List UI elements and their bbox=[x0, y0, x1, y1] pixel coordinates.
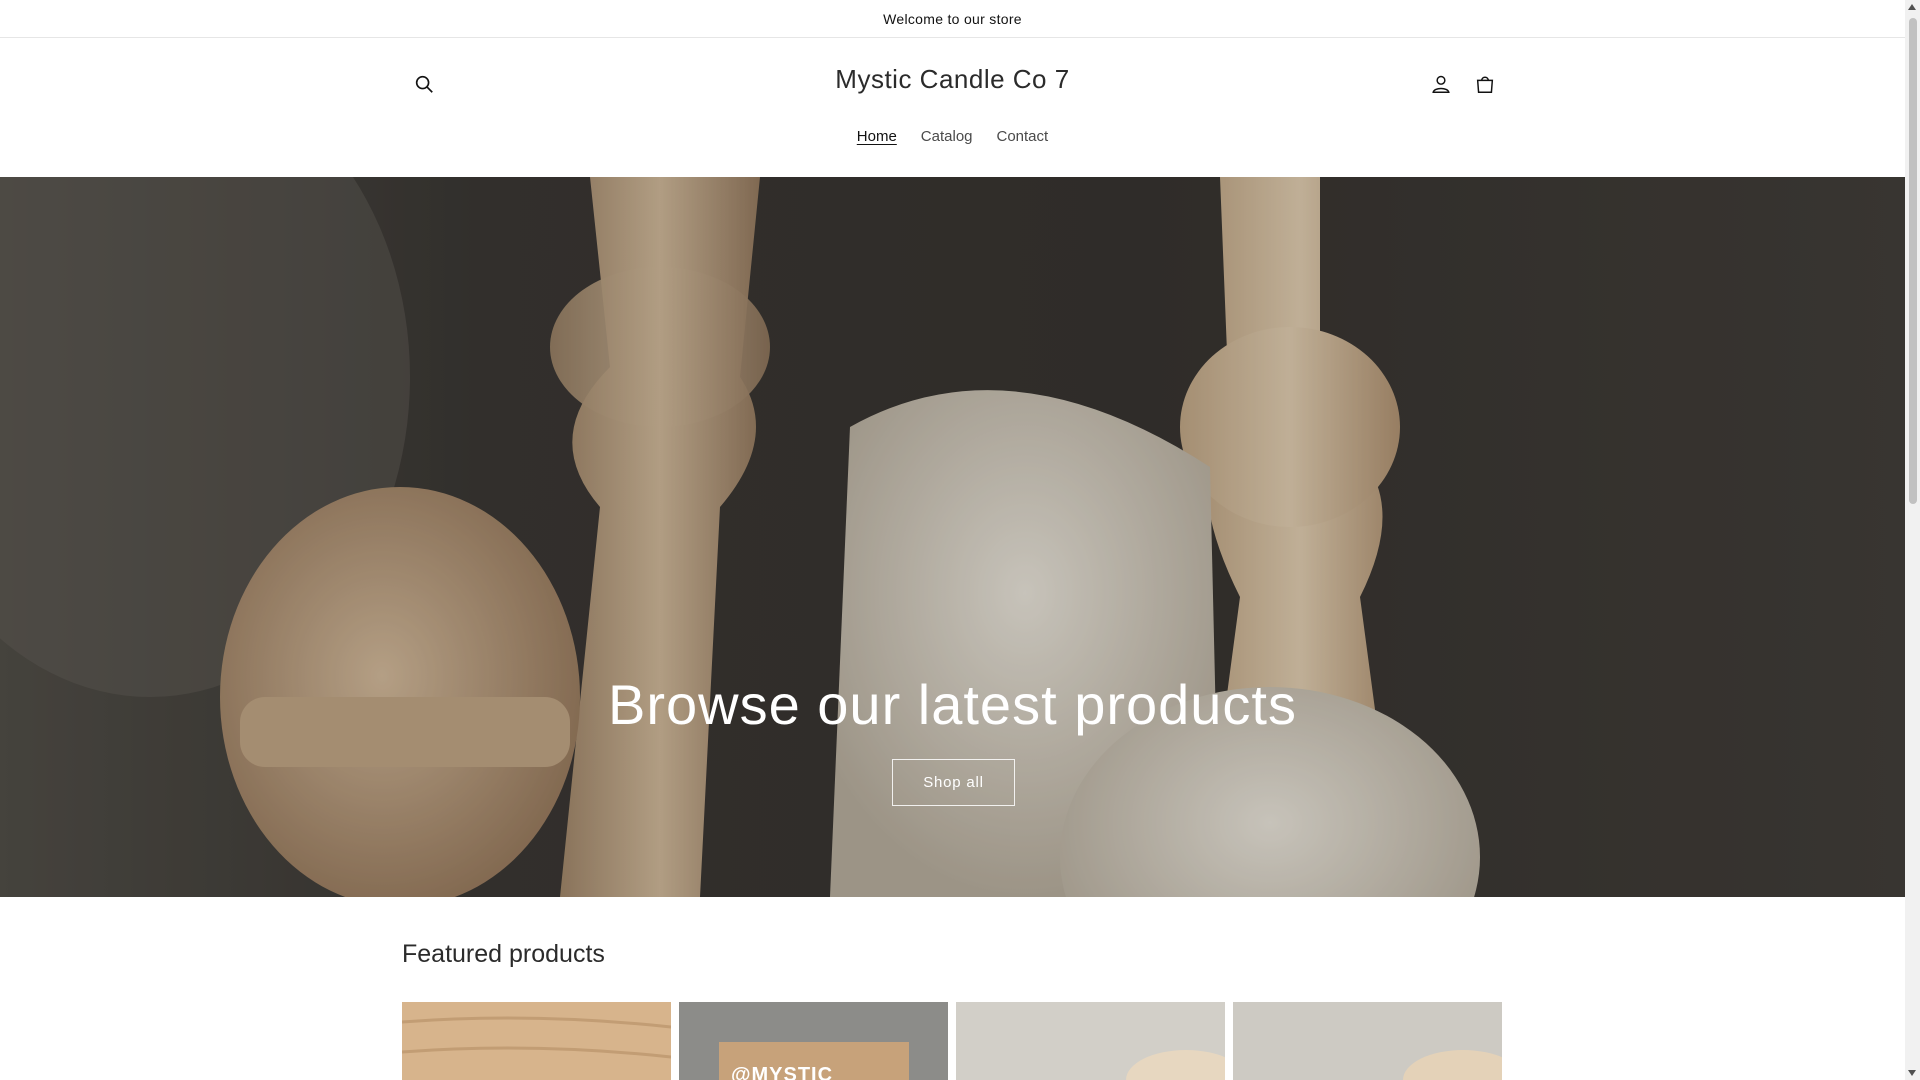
scroll-up-arrow[interactable] bbox=[1908, 4, 1916, 10]
cart-icon bbox=[1476, 76, 1494, 93]
featured-products-title: Featured products bbox=[402, 940, 605, 968]
account-button[interactable] bbox=[1423, 66, 1459, 102]
account-icon bbox=[1432, 75, 1450, 93]
product-image bbox=[1233, 1002, 1502, 1080]
store-logo[interactable]: Mystic Candle Co 7 bbox=[0, 64, 1905, 95]
product-card[interactable]: @MYSTIC bbox=[679, 1002, 948, 1080]
nav-item-contact[interactable]: Contact bbox=[997, 124, 1049, 149]
nav-item-catalog[interactable]: Catalog bbox=[921, 124, 973, 149]
hero-banner: Browse our latest products Shop all bbox=[0, 177, 1905, 897]
nav-item-home[interactable]: Home bbox=[857, 124, 897, 149]
scroll-down-arrow[interactable] bbox=[1908, 1070, 1916, 1076]
product-image bbox=[956, 1002, 1225, 1080]
product-card[interactable] bbox=[402, 1002, 671, 1080]
shop-all-button[interactable]: Shop all bbox=[892, 759, 1015, 806]
product-stamp-text: @MYSTIC bbox=[731, 1064, 834, 1080]
page-scrollbar[interactable] bbox=[1905, 0, 1920, 1080]
storefront-page: Welcome to our store Mystic Candle Co 7 … bbox=[0, 0, 1905, 1080]
product-image bbox=[402, 1002, 671, 1080]
site-header: Mystic Candle Co 7 Home Catalog Contact bbox=[0, 38, 1905, 177]
product-card[interactable] bbox=[1233, 1002, 1502, 1080]
featured-products-grid: @MYSTIC bbox=[402, 1002, 1503, 1080]
announcement-text: Welcome to our store bbox=[883, 10, 1022, 27]
cart-button[interactable] bbox=[1467, 66, 1503, 102]
scrollbar-thumb[interactable] bbox=[1909, 18, 1917, 504]
product-card[interactable] bbox=[956, 1002, 1225, 1080]
announcement-bar: Welcome to our store bbox=[0, 0, 1905, 38]
main-nav: Home Catalog Contact bbox=[0, 124, 1905, 149]
hero-heading: Browse our latest products bbox=[608, 673, 1297, 736]
